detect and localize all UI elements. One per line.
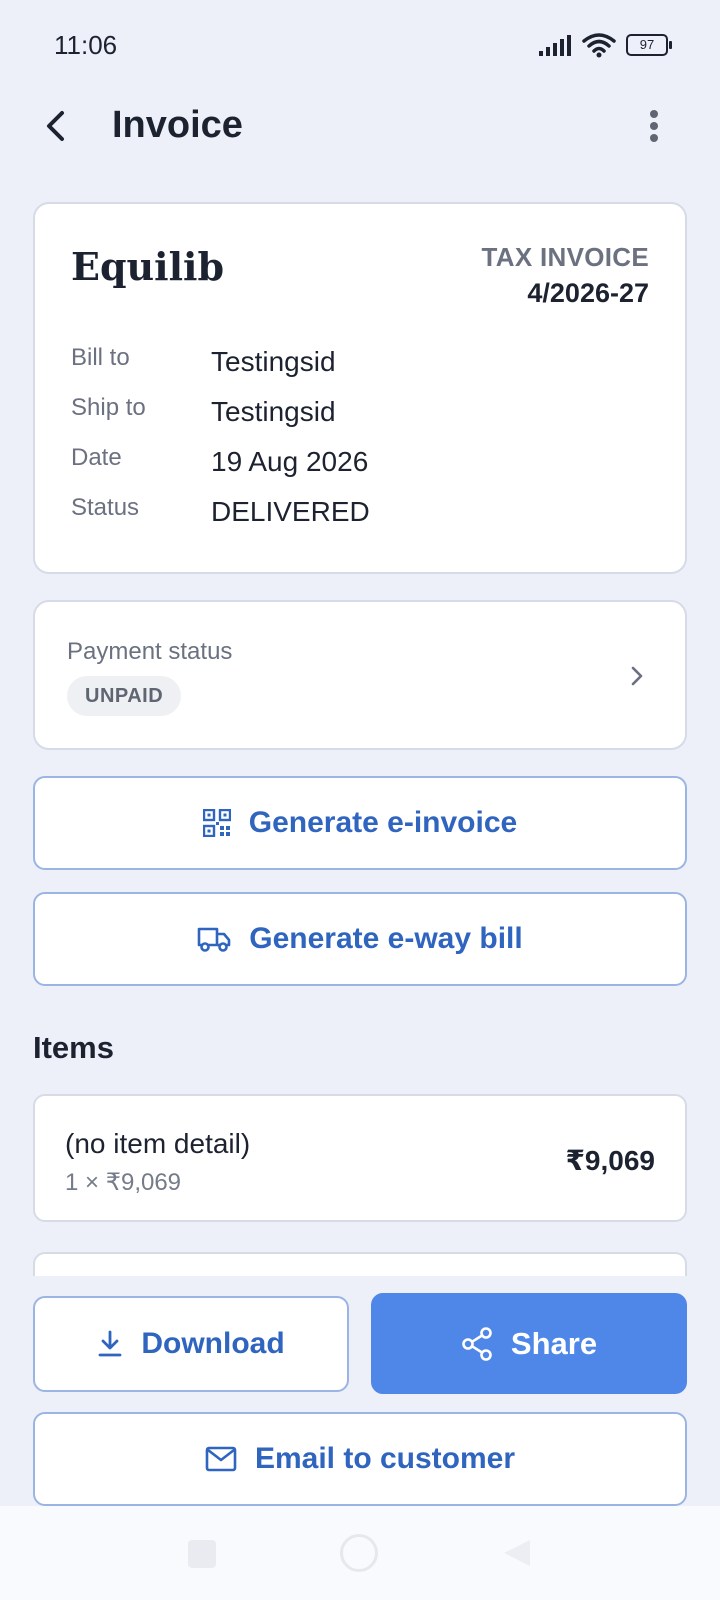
invoice-header-card: Equilib TAX INVOICE 4/2026-27 Bill to Te…	[33, 202, 687, 574]
item-name: (no item detail)	[65, 1128, 251, 1159]
share-icon	[461, 1326, 493, 1361]
generate-eway-bill-label: Generate e-way bill	[249, 922, 523, 955]
item-quantity-price: 1 × ₹9,069	[65, 1169, 182, 1196]
bill-to-value: Testingsid	[211, 346, 336, 377]
share-label: Share	[510, 1325, 598, 1361]
more-vertical-icon	[649, 109, 659, 143]
home-button[interactable]	[340, 1534, 378, 1572]
system-navigation-bar	[0, 1506, 720, 1600]
page-title: Invoice	[112, 104, 243, 146]
date-label: Date	[71, 444, 122, 471]
download-label: Download	[141, 1327, 285, 1360]
wifi-icon	[582, 32, 616, 58]
back-button[interactable]	[30, 100, 82, 152]
chevron-right-icon	[623, 662, 651, 690]
signal-icon	[538, 34, 572, 56]
invoice-number: 4/2026-27	[527, 278, 649, 308]
generate-einvoice-label: Generate e-invoice	[248, 806, 518, 839]
ship-to-value: Testingsid	[211, 396, 336, 427]
bill-to-label: Bill to	[71, 344, 130, 371]
back-arrow-icon	[42, 110, 70, 142]
payment-status-card[interactable]: Payment status UNPAID	[33, 600, 687, 750]
status-label: Status	[71, 494, 140, 521]
status-value: DELIVERED	[211, 496, 370, 527]
app-bar: Invoice	[0, 90, 720, 170]
ship-to-label: Ship to	[71, 394, 146, 421]
item-amount: ₹9,069	[565, 1145, 655, 1176]
nav-back-icon[interactable]	[500, 1536, 534, 1570]
email-to-customer-label: Email to customer	[254, 1442, 516, 1475]
document-type: TAX INVOICE	[481, 242, 649, 272]
recent-apps-button[interactable]	[188, 1540, 216, 1568]
battery-icon: 97	[626, 34, 672, 56]
status-time: 11:06	[54, 30, 118, 60]
more-options-button[interactable]	[628, 100, 680, 152]
date-value: 19 Aug 2026	[211, 446, 369, 477]
payment-status-label: Payment status	[67, 638, 233, 665]
qr-code-icon	[202, 809, 231, 837]
payment-status-badge: UNPAID	[67, 676, 182, 716]
share-button[interactable]: Share	[371, 1293, 687, 1394]
download-button[interactable]: Download	[33, 1296, 349, 1392]
truck-icon	[197, 925, 231, 953]
list-item[interactable]: (no item detail) 1 × ₹9,069 ₹9,069	[33, 1094, 687, 1222]
status-bar: 11:06 97	[0, 0, 720, 90]
status-icons: 97	[538, 30, 672, 60]
email-to-customer-button[interactable]: Email to customer	[33, 1412, 687, 1506]
bottom-action-bar: Download Share Email to customer	[0, 1276, 720, 1506]
brand-name: Equilib	[71, 244, 225, 289]
items-section-title: Items	[33, 1030, 114, 1065]
generate-eway-bill-button[interactable]: Generate e-way bill	[33, 892, 687, 986]
download-icon	[97, 1330, 123, 1358]
generate-einvoice-button[interactable]: Generate e-invoice	[33, 776, 687, 870]
mail-icon	[205, 1446, 237, 1472]
